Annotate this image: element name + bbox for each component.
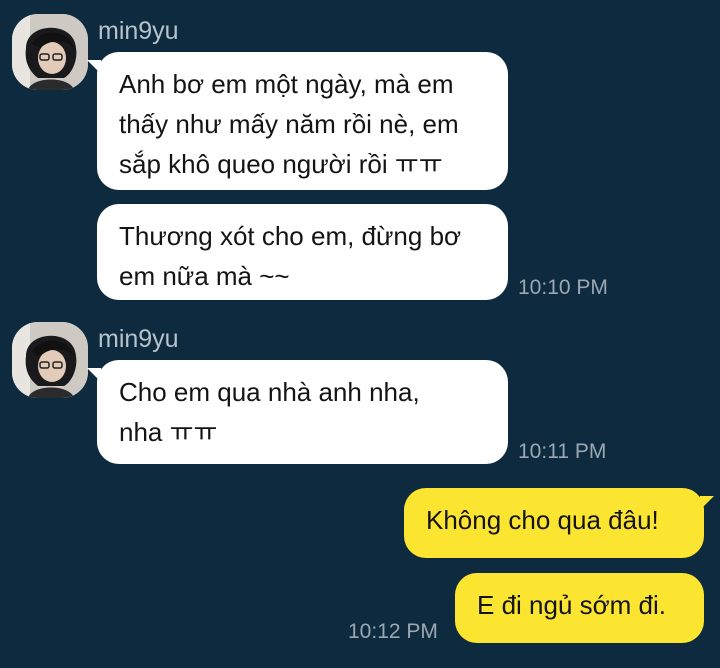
message-bubble-outgoing[interactable]: Không cho qua đâu! bbox=[404, 488, 714, 558]
message-bubble[interactable]: Anh bơ em một ngày, mà em thấy như mấy n… bbox=[87, 52, 508, 190]
profile-photo-icon bbox=[12, 14, 88, 90]
message-bubble-outgoing[interactable]: E đi ngủ sớm đi. bbox=[455, 573, 704, 643]
message-timestamp: 10:12 PM bbox=[348, 620, 438, 643]
message-timestamp: 10:11 PM bbox=[518, 440, 607, 463]
sender-name: min9yu bbox=[98, 325, 179, 353]
avatar[interactable] bbox=[12, 14, 88, 90]
message-bubble[interactable]: Thương xót cho em, đừng bơ em nữa mà ~~ bbox=[97, 204, 508, 300]
profile-photo-icon bbox=[12, 322, 88, 398]
message-timestamp: 10:10 PM bbox=[518, 276, 608, 299]
avatar[interactable] bbox=[12, 322, 88, 398]
sender-name: min9yu bbox=[98, 17, 179, 45]
message-bubble[interactable]: Cho em qua nhà anh nha, nha ㅠㅠ bbox=[87, 360, 508, 464]
chat-thread: min9yu Anh bơ em một ngày, mà em thấy nh… bbox=[0, 0, 720, 668]
